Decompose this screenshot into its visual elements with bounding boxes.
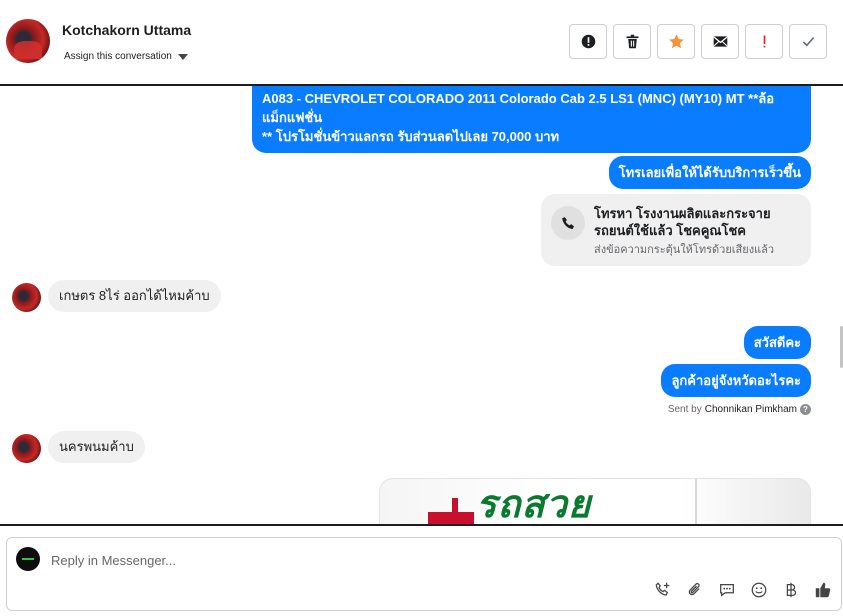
sent-by-name: Chonnikan Pimkham [704, 404, 797, 415]
call-cta-card[interactable]: โทรหา โรงงานผลิตและกระจายรถยนต์ใช้แล้ว โ… [541, 194, 811, 266]
sender-avatar [12, 283, 41, 312]
baht-icon[interactable] [781, 580, 801, 600]
like-icon[interactable] [813, 580, 833, 600]
contact-avatar[interactable] [6, 19, 50, 63]
image-divider [695, 479, 697, 524]
outgoing-message[interactable]: สวัสดีคะ [743, 326, 811, 359]
sent-by-label: Sent by Chonnikan Pimkham ? [668, 404, 811, 415]
phone-icon [551, 206, 585, 240]
image-attachment[interactable]: รถสวย [379, 478, 811, 524]
exclamation-icon [763, 35, 765, 48]
conversation-actions [569, 24, 827, 59]
mark-done-button[interactable] [789, 24, 827, 59]
call-card-subtitle: ส่งข้อความกระตุ้นให้โทรด้วยเสียงแล้ว [594, 244, 775, 256]
composer-divider [0, 524, 843, 526]
incoming-message[interactable]: นครพนมค้าบ [48, 431, 145, 463]
assign-label: Assign this conversation [64, 51, 172, 62]
outgoing-message[interactable]: A083 - CHEVROLET COLORADO 2011 Colorado … [252, 86, 811, 153]
logo-mark [428, 498, 474, 524]
follow-up-button[interactable] [745, 24, 783, 59]
call-card-title: โทรหา โรงงานผลิตและกระจายรถยนต์ใช้แล้ว โ… [594, 206, 771, 238]
incoming-message[interactable]: เกษตร 8ไร่ ออกได้ไหมค้าบ [48, 280, 221, 312]
call-icon[interactable] [653, 580, 673, 600]
composer-tools [653, 580, 833, 600]
mark-unread-button[interactable] [701, 24, 739, 59]
outgoing-message[interactable]: ลูกค้าอยู่จังหวัดอะไรคะ [661, 364, 811, 397]
alert-circle-icon [581, 34, 595, 49]
caret-down-icon [177, 53, 188, 60]
help-icon[interactable]: ? [800, 404, 811, 415]
attachment-icon[interactable] [685, 580, 705, 600]
trash-icon [626, 34, 638, 49]
message-text-line: A083 - CHEVROLET COLORADO 2011 Colorado … [262, 91, 775, 106]
sender-avatar [12, 434, 41, 463]
message-thread[interactable]: A083 - CHEVROLET COLORADO 2011 Colorado … [0, 86, 843, 524]
sent-by-prefix: Sent by [667, 404, 702, 415]
star-icon [668, 34, 684, 49]
saved-reply-icon[interactable] [717, 580, 737, 600]
image-logo-text: รถสวย [476, 484, 592, 524]
envelope-icon [713, 36, 727, 47]
conversation-header: Kotchakorn Uttama Assign this conversati… [0, 0, 843, 86]
message-text-line: ** โปรโมชั่นข้าวแลกรถ รับส่วนลดไปเลย 70,… [262, 129, 560, 144]
page-avatar [16, 547, 40, 571]
message-text-line: แม็กแฟชั่น [262, 110, 323, 125]
emoji-icon[interactable] [749, 580, 769, 600]
reply-composer [6, 537, 842, 611]
assign-conversation-dropdown[interactable]: Assign this conversation [64, 51, 188, 62]
checkmark-icon [802, 37, 814, 47]
outgoing-message[interactable]: โทรเลยเพื่อให้ได้รับบริการเร็วขึ้น [608, 156, 811, 189]
contact-name[interactable]: Kotchakorn Uttama [62, 22, 191, 38]
mark-spam-button[interactable] [569, 24, 607, 59]
star-button[interactable] [657, 24, 695, 59]
reply-input[interactable] [51, 550, 651, 570]
delete-button[interactable] [613, 24, 651, 59]
